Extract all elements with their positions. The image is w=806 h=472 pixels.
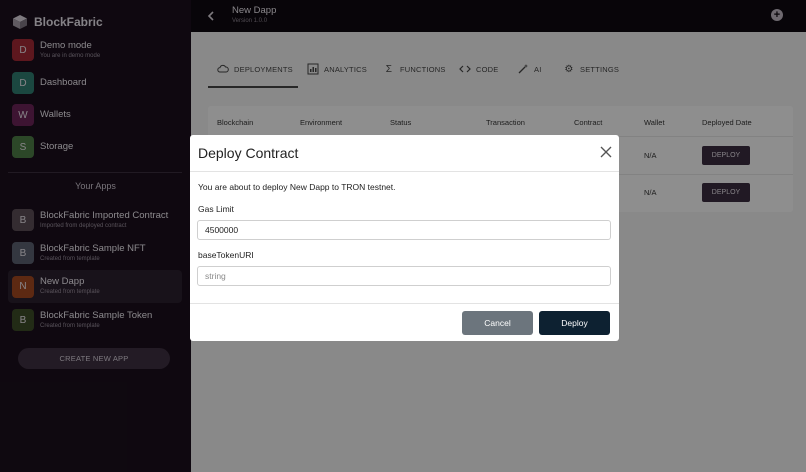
base-token-uri-label: baseTokenURI	[198, 250, 254, 260]
modal-footer-divider	[190, 303, 619, 304]
gas-limit-label: Gas Limit	[198, 204, 234, 214]
gas-limit-input[interactable]	[197, 220, 611, 240]
base-token-uri-input[interactable]	[197, 266, 611, 286]
modal-header-divider	[190, 171, 619, 172]
modal-title: Deploy Contract	[198, 145, 299, 161]
deploy-button[interactable]: Deploy	[539, 311, 610, 335]
close-icon[interactable]	[600, 146, 612, 158]
deploy-contract-modal: Deploy Contract You are about to deploy …	[190, 135, 619, 341]
modal-message: You are about to deploy New Dapp to TRON…	[198, 182, 396, 192]
cancel-button[interactable]: Cancel	[462, 311, 533, 335]
